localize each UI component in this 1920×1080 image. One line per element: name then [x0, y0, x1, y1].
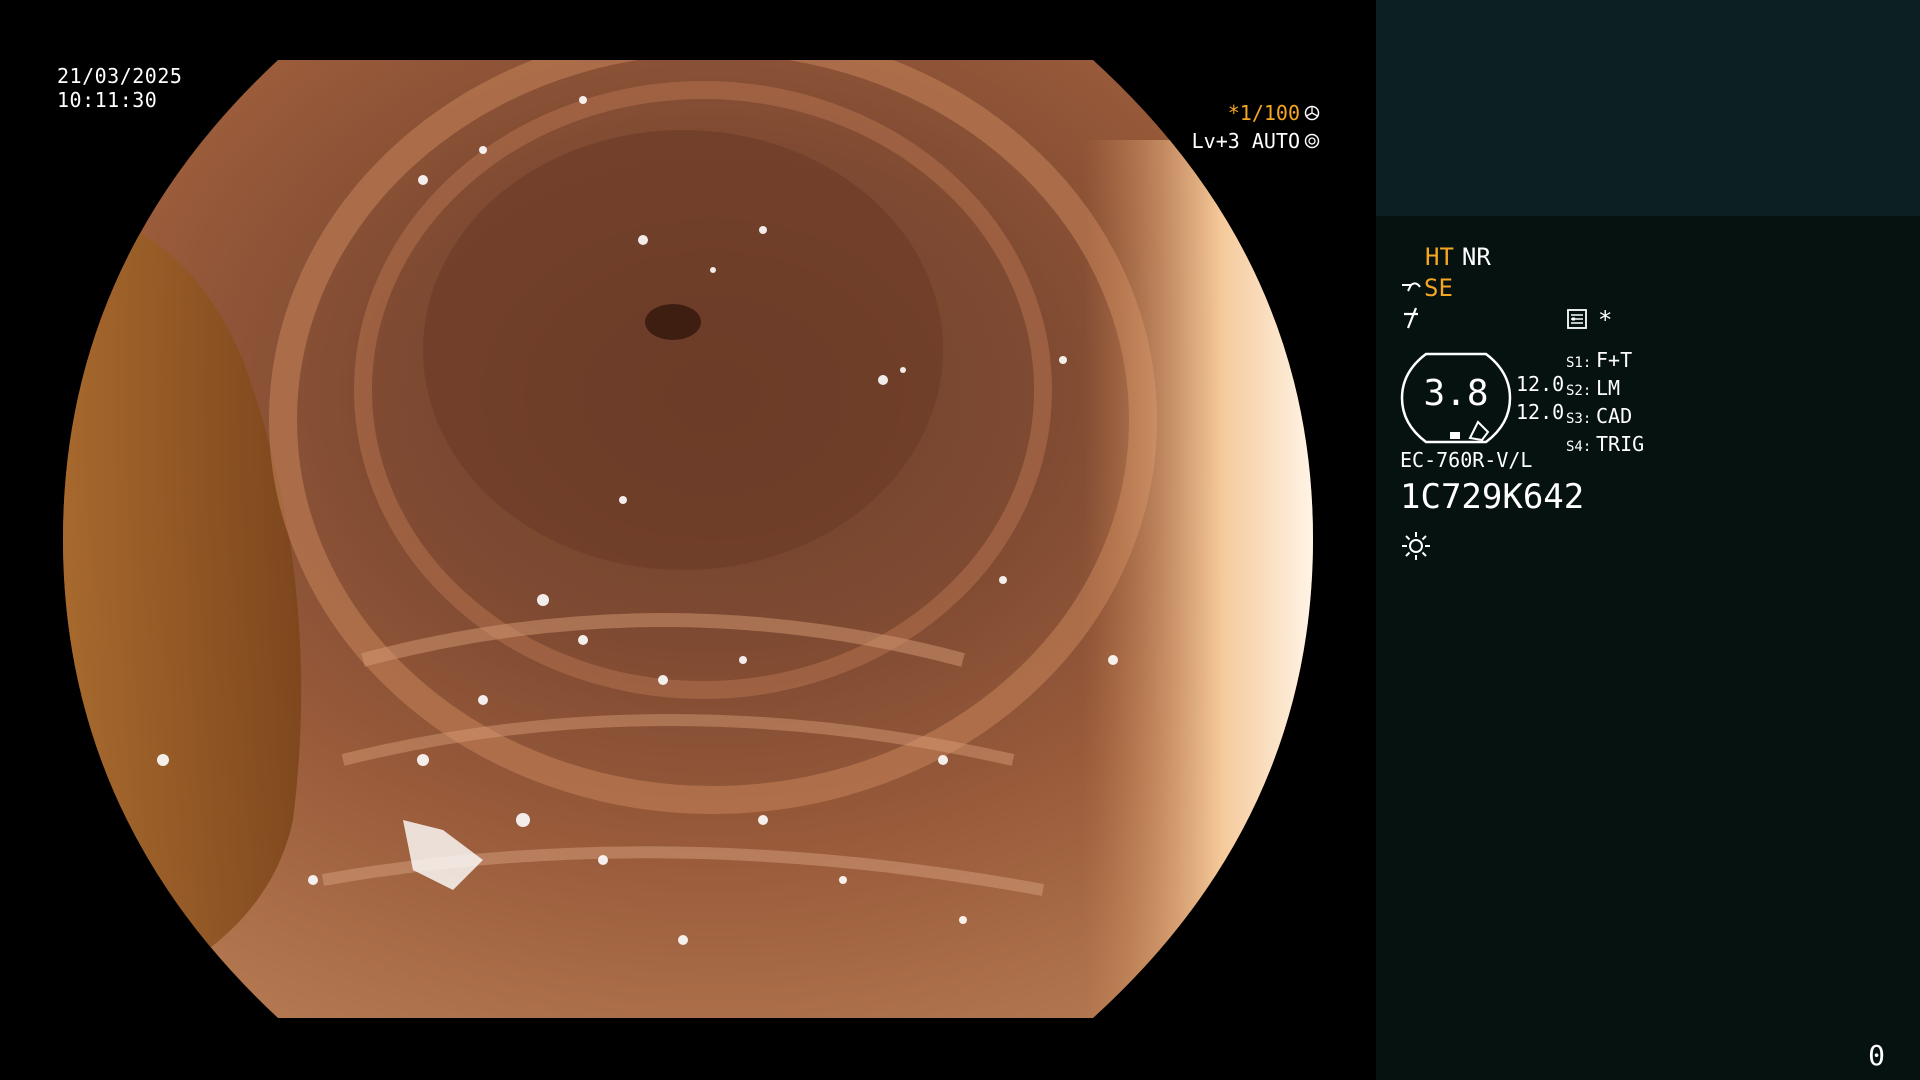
dial-side-bottom: 12.0	[1516, 400, 1565, 424]
switch-key: S2:	[1566, 383, 1592, 399]
switch-row: S1: F+T	[1566, 348, 1644, 376]
endoscopy-screen: 21/03/2025 10:11:30 *1/100 Lv+3 AUTO HT N…	[0, 0, 1920, 1080]
shutter-speed: *1/100	[1192, 99, 1320, 127]
exposure-info: *1/100 Lv+3 AUTO	[1192, 99, 1320, 155]
time-text: 10:11:30	[57, 88, 158, 112]
switch-value: LM	[1596, 376, 1621, 400]
structure-enhancement: SE	[1400, 273, 1453, 303]
light-source-icon	[1402, 532, 1430, 560]
dial-side-values: 12.0 12.0	[1516, 370, 1564, 426]
scope-model: EC-760R-V/L	[1400, 448, 1533, 472]
switch-value: F+T	[1596, 348, 1633, 372]
switch-key: S1:	[1566, 355, 1592, 371]
shutter-speed-text: *1/100	[1227, 101, 1300, 125]
shutter-icon	[1304, 105, 1320, 121]
page-number: 0	[1868, 1039, 1885, 1072]
info-panel-header	[1376, 0, 1920, 216]
switch-assignments: S1: F+T S2: LM S3: CAD S4: TRIG	[1566, 348, 1644, 460]
switch-value: TRIG	[1596, 432, 1645, 456]
info-panel	[1376, 216, 1920, 1080]
datetime: 21/03/2025 10:11:30	[57, 64, 182, 112]
dial-side-top: 12.0	[1516, 372, 1565, 396]
memory-icon	[1567, 309, 1587, 329]
flash-icon	[1404, 307, 1418, 329]
switch-value: CAD	[1596, 404, 1633, 428]
switch-key: S4:	[1566, 439, 1592, 455]
switch-row: S3: CAD	[1566, 404, 1644, 432]
aperture-icon	[1304, 133, 1320, 149]
enhancement-icon	[1402, 282, 1421, 292]
nr-label: NR	[1461, 243, 1491, 271]
colon-lumen-image	[63, 60, 1313, 1018]
switch-key: S3:	[1566, 411, 1592, 427]
zoom-value: 3.8	[1423, 373, 1489, 414]
switch-row: S2: LM	[1566, 376, 1644, 404]
ht-label: HT	[1425, 243, 1454, 271]
exposure-level: Lv+3 AUTO	[1192, 127, 1320, 155]
image-mode: HT NR	[1425, 243, 1491, 271]
switch-row: S4: TRIG	[1566, 432, 1644, 460]
endoscopic-image	[63, 60, 1313, 1018]
se-label: SE	[1424, 274, 1453, 302]
date-text: 21/03/2025	[57, 64, 183, 88]
exposure-level-text: Lv+3 AUTO	[1191, 129, 1300, 153]
scope-serial: 1C729K642	[1400, 477, 1585, 517]
asterisk-indicator: *	[1598, 306, 1613, 334]
